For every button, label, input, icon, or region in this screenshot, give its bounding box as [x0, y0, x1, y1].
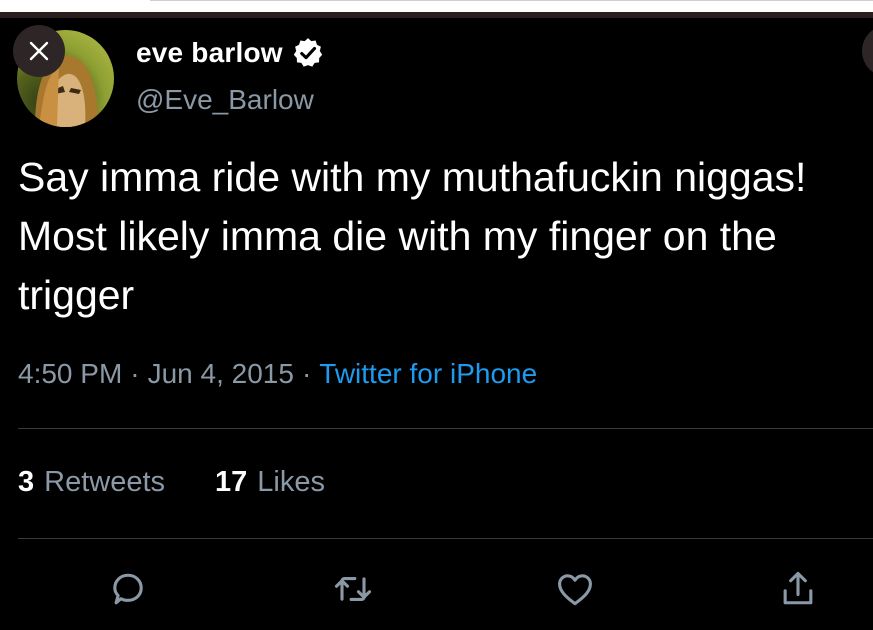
reply-button[interactable] [104, 565, 152, 613]
share-button[interactable] [774, 565, 822, 613]
reply-icon [113, 573, 143, 605]
meta-separator: · [130, 358, 140, 389]
top-bar-strip [0, 12, 873, 18]
meta-separator: · [301, 358, 312, 389]
top-bar-line [150, 0, 873, 1]
top-bar [0, 0, 873, 18]
likes-label: Likes [257, 466, 325, 498]
retweets-count: 3 [18, 466, 35, 498]
author-name-row: eve barlow [136, 36, 325, 70]
tweet-stats: 3 Retweets 17 Likes [18, 466, 325, 499]
tweet-date[interactable]: Jun 4, 2015 [148, 358, 294, 389]
tweet-source-link[interactable]: Twitter for iPhone [319, 358, 537, 389]
retweets-stat[interactable]: 3 Retweets [18, 466, 165, 499]
close-icon [29, 41, 49, 61]
tweet-time[interactable]: 4:50 PM [18, 358, 122, 389]
action-bar [0, 565, 873, 615]
retweets-label: Retweets [44, 466, 166, 498]
retweet-icon [334, 576, 372, 602]
next-button[interactable] [862, 25, 873, 77]
user-handle[interactable]: @Eve_Barlow [136, 84, 314, 116]
heart-icon [558, 574, 592, 606]
likes-count: 17 [215, 466, 248, 498]
divider [18, 428, 873, 429]
divider [18, 538, 873, 539]
close-button[interactable] [13, 25, 65, 77]
display-name[interactable]: eve barlow [136, 37, 283, 69]
likes-stat[interactable]: 17 Likes [215, 466, 325, 499]
tweet-text: Say imma ride with my muthafuckin niggas… [18, 154, 807, 318]
tweet-meta: 4:50 PM · Jun 4, 2015 · Twitter for iPhone [18, 358, 537, 390]
like-button[interactable] [551, 565, 599, 613]
share-icon [783, 571, 813, 605]
verified-badge-icon [293, 38, 322, 67]
retweet-button[interactable] [329, 565, 377, 613]
